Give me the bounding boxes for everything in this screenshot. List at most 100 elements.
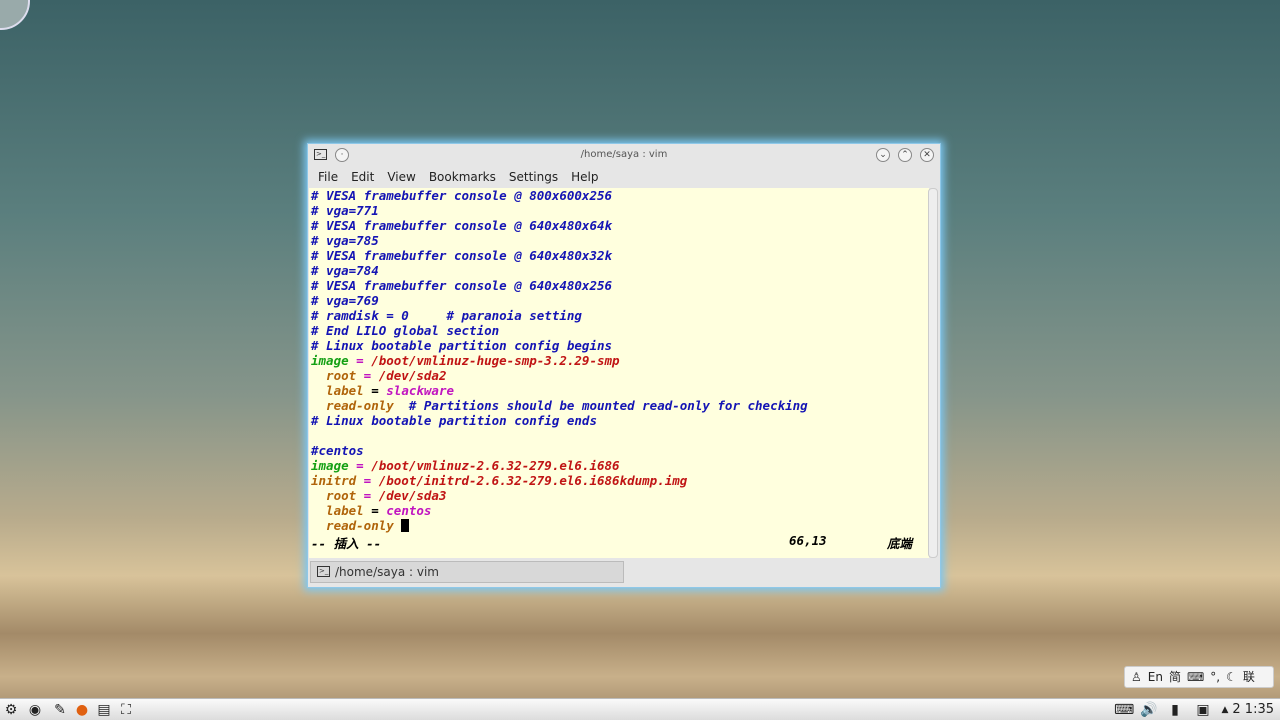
minimize-button[interactable]: ⌄ xyxy=(876,148,890,162)
file-manager-icon[interactable]: ▤ xyxy=(95,701,113,719)
ime-language[interactable]: En xyxy=(1148,667,1163,687)
scrollbar[interactable] xyxy=(928,188,938,558)
code-line: # ramdisk = 0 # paranoia setting xyxy=(309,308,929,323)
code-line: # End LILO global section xyxy=(309,323,929,338)
code-token: = xyxy=(363,503,387,518)
tab-terminal[interactable]: >_ /home/saya : vim xyxy=(310,561,624,583)
desktop-corner-button[interactable] xyxy=(0,0,30,30)
window-title: /home/saya : vim xyxy=(580,149,668,160)
code-token: # vga=784 xyxy=(311,263,379,278)
code-token: /boot/vmlinuz-2.6.32-279.el6.i686 xyxy=(371,458,620,473)
close-button[interactable]: ✕ xyxy=(920,148,934,162)
code-line: # VESA framebuffer console @ 800x600x256 xyxy=(309,188,929,203)
taskbar: ⚙ ◉ ✎ ● ▤ ⛶ ⌨ 🔊 ▮ ▣ ▲ 2 1:35 xyxy=(0,698,1280,720)
code-line: # vga=785 xyxy=(309,233,929,248)
vim-mode: -- 插入 -- xyxy=(311,536,382,551)
ime-extra[interactable]: 联 xyxy=(1243,667,1255,687)
code-token: slackware xyxy=(386,383,454,398)
penguin-icon[interactable]: ♙ xyxy=(1131,667,1142,687)
code-token: = xyxy=(348,353,372,368)
scroll-position: 底端 xyxy=(887,536,913,551)
keyboard-icon[interactable]: ⌨ xyxy=(1187,667,1204,687)
code-token: = xyxy=(356,368,379,383)
code-token: # VESA framebuffer console @ 640x480x64k xyxy=(311,218,613,233)
code-token: = xyxy=(356,473,379,488)
code-token: root xyxy=(311,488,357,503)
code-line: label = slackware xyxy=(309,383,929,398)
menu-help[interactable]: Help xyxy=(571,170,598,184)
code-line: # Linux bootable partition config ends xyxy=(309,413,929,428)
menu-bookmarks[interactable]: Bookmarks xyxy=(429,170,496,184)
moon-icon[interactable]: ☾ xyxy=(1226,667,1237,687)
volume-icon[interactable]: 🔊 xyxy=(1140,701,1158,719)
code-line: root = /dev/sda2 xyxy=(309,368,929,383)
code-line: label = centos xyxy=(309,503,929,518)
pin-button[interactable]: · xyxy=(335,148,349,162)
menu-edit[interactable]: Edit xyxy=(351,170,374,184)
vim-status-line: -- 插入 -- 66,13 底端 xyxy=(311,533,921,552)
menu-settings[interactable]: Settings xyxy=(509,170,558,184)
code-line: image = /boot/vmlinuz-huge-smp-3.2.29-sm… xyxy=(309,353,929,368)
code-line: # VESA framebuffer console @ 640x480x64k xyxy=(309,218,929,233)
ime-punct[interactable]: °, xyxy=(1210,667,1220,687)
code-token: image xyxy=(311,353,349,368)
code-token: # vga=771 xyxy=(311,203,379,218)
code-token: read-only xyxy=(311,518,402,533)
code-line: root = /dev/sda3 xyxy=(309,488,929,503)
system-icon[interactable]: ◉ xyxy=(26,701,44,719)
code-token: # vga=785 xyxy=(311,233,379,248)
battery-icon[interactable]: ▮ xyxy=(1166,701,1184,719)
terminal-icon[interactable]: >_ xyxy=(314,149,327,160)
terminal-area[interactable]: # VESA framebuffer console @ 800x600x256… xyxy=(309,188,929,558)
code-line: # Linux bootable partition config begins xyxy=(309,338,929,353)
maximize-button[interactable]: ⌃ xyxy=(898,148,912,162)
code-line: # vga=784 xyxy=(309,263,929,278)
keyboard-tray-icon[interactable]: ⌨ xyxy=(1114,701,1134,719)
code-token: = xyxy=(356,488,379,503)
ime-mode[interactable]: 简 xyxy=(1169,667,1181,687)
tray-expand-icon[interactable]: ▲ xyxy=(1216,701,1234,719)
code-line: #centos xyxy=(309,443,929,458)
editor-icon[interactable]: ✎ xyxy=(51,701,69,719)
code-token: # VESA framebuffer console @ 640x480x32k xyxy=(311,248,613,263)
code-line: read-only xyxy=(309,518,929,533)
menu-view[interactable]: View xyxy=(387,170,415,184)
code-token: root xyxy=(311,368,357,383)
input-method-bar: ♙ En 简 ⌨ °, ☾ 联 xyxy=(1124,666,1274,688)
menu-file[interactable]: File xyxy=(318,170,338,184)
code-line: # vga=771 xyxy=(309,203,929,218)
code-line: image = /boot/vmlinuz-2.6.32-279.el6.i68… xyxy=(309,458,929,473)
code-token: label xyxy=(311,383,364,398)
window-switch-icon[interactable]: ⛶ xyxy=(117,701,135,719)
code-line: # vga=769 xyxy=(309,293,929,308)
code-token: # VESA framebuffer console @ 800x600x256 xyxy=(311,188,613,203)
menu-bar: File Edit View Bookmarks Settings Help xyxy=(308,166,940,188)
code-token: # VESA framebuffer console @ 640x480x256 xyxy=(311,278,613,293)
code-token: # End LILO global section xyxy=(311,323,500,338)
firefox-icon[interactable]: ● xyxy=(73,701,91,719)
terminal-icon: >_ xyxy=(317,566,330,577)
code-line: initrd = /boot/initrd-2.6.32-279.el6.i68… xyxy=(309,473,929,488)
code-token: # vga=769 xyxy=(311,293,379,308)
code-token: #centos xyxy=(311,443,364,458)
code-token: /dev/sda3 xyxy=(378,488,447,503)
title-bar[interactable]: >_ · /home/saya : vim ⌄ ⌃ ✕ xyxy=(308,144,940,166)
app-menu-icon[interactable]: ⚙ xyxy=(2,701,20,719)
code-line: # VESA framebuffer console @ 640x480x256 xyxy=(309,278,929,293)
code-line xyxy=(309,428,929,443)
code-token: = xyxy=(348,458,372,473)
device-icon[interactable]: ▣ xyxy=(1194,701,1212,719)
cursor-position: 66,13 xyxy=(789,533,827,548)
code-token: # Linux bootable partition config begins xyxy=(311,338,613,353)
code-token: # ramdisk = 0 # paranoia setting xyxy=(311,308,582,323)
code-line: # VESA framebuffer console @ 640x480x32k xyxy=(309,248,929,263)
code-line: read-only # Partitions should be mounted… xyxy=(309,398,929,413)
code-token: centos xyxy=(386,503,432,518)
code-token: = xyxy=(363,383,387,398)
tab-label: /home/saya : vim xyxy=(335,565,439,579)
code-token: # Linux bootable partition config ends xyxy=(311,413,597,428)
clock[interactable]: 2 1:35 xyxy=(1232,701,1274,719)
code-token: # Partitions should be mounted read-only… xyxy=(393,398,808,413)
code-token: /dev/sda2 xyxy=(378,368,447,383)
